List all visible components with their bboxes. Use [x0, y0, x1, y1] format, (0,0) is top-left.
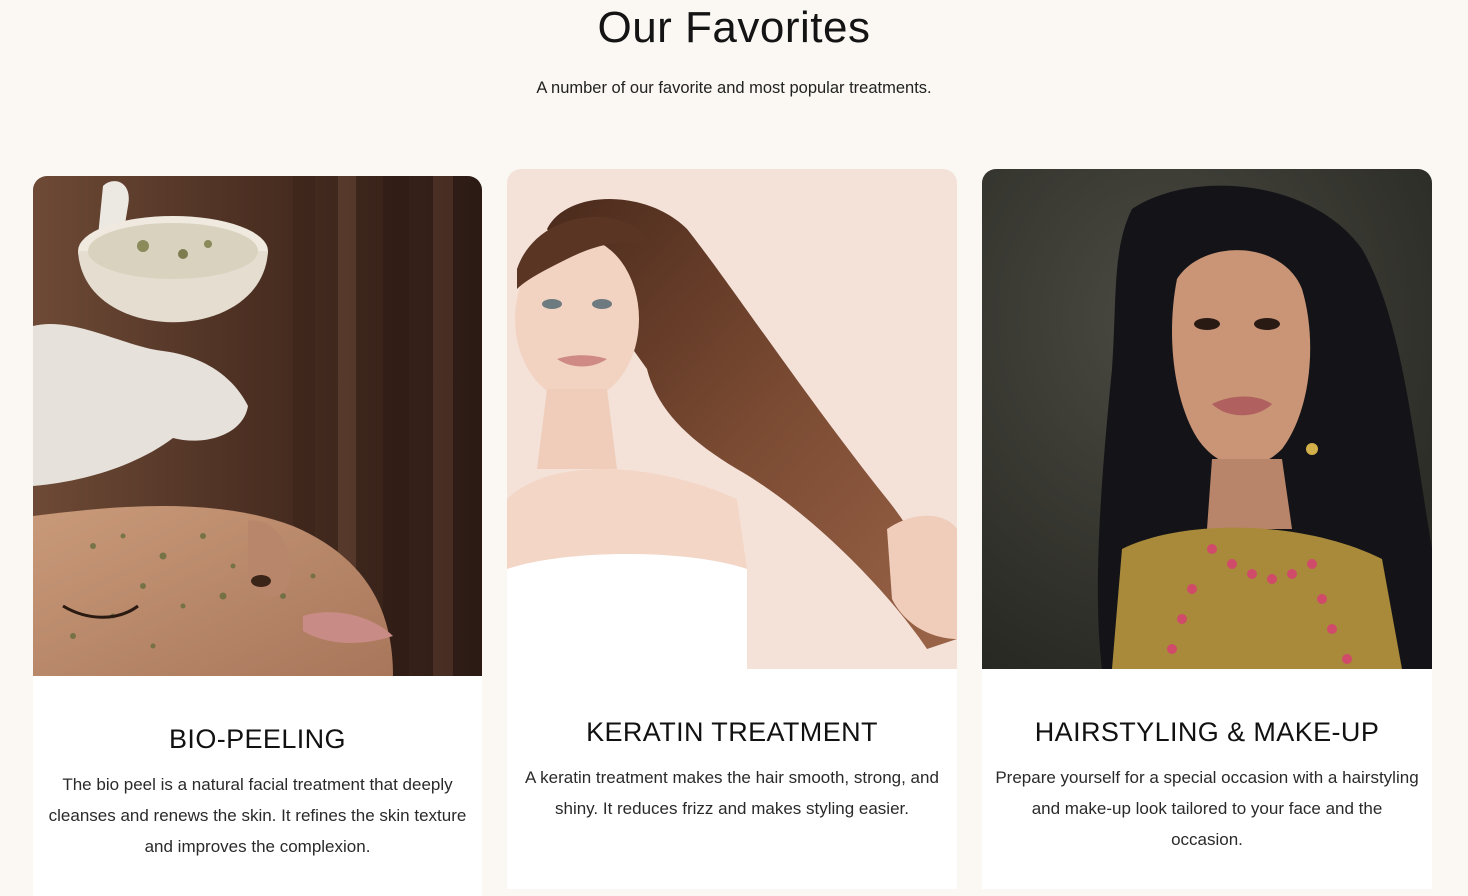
hairstyling-photo	[982, 169, 1432, 669]
treatment-card-keratin[interactable]: KERATIN TREATMENT A keratin treatment ma…	[507, 169, 957, 889]
card-title: HAIRSTYLING & MAKE-UP	[1034, 717, 1380, 747]
card-title: KERATIN TREATMENT	[586, 717, 878, 747]
treatment-card-bio-peeling[interactable]: BIO-PEELING The bio peel is a natural fa…	[33, 176, 482, 896]
keratin-photo	[507, 169, 957, 669]
treatment-card-hairstyling[interactable]: HAIRSTYLING & MAKE-UP Prepare yourself f…	[982, 169, 1432, 889]
card-title: BIO-PEELING	[169, 724, 346, 754]
card-description: Prepare yourself for a special occasion …	[995, 768, 1419, 849]
card-description: A keratin treatment makes the hair smoot…	[525, 768, 939, 818]
card-description: The bio peel is a natural facial treatme…	[48, 775, 467, 856]
bio-peeling-photo	[33, 176, 482, 676]
section-subtitle: A number of our favorite and most popula…	[536, 79, 932, 97]
section-title: Our Favorites	[597, 3, 871, 52]
